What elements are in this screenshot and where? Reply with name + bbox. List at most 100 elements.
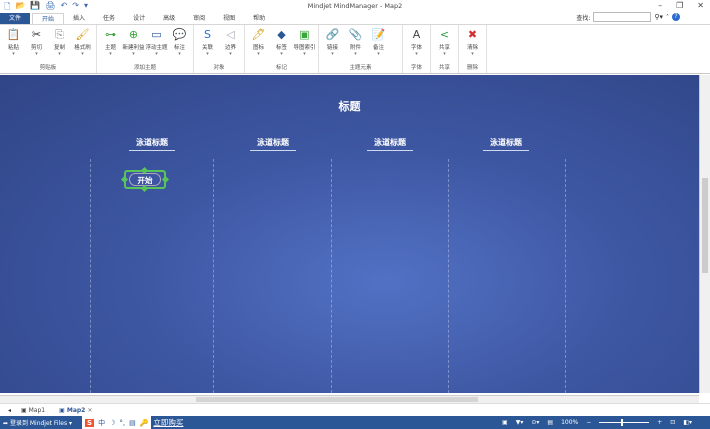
resize-handle[interactable]	[120, 175, 129, 184]
moon-icon[interactable]: ☽	[109, 419, 115, 427]
restore-button[interactable]: ❐	[676, 1, 683, 10]
tab-4[interactable]: 设计	[124, 13, 154, 24]
search-box: 查找: ⚲▾ ˄ ?	[576, 12, 680, 22]
ribbon-icon: 📎	[348, 28, 363, 41]
scroll-thumb[interactable]	[196, 397, 478, 402]
ribbon-group-label: 添加主题	[133, 65, 156, 71]
tab-3[interactable]: 任务	[94, 13, 124, 24]
dropdown-icon[interactable]: ▾	[303, 51, 306, 57]
ribbon-group-label: 删除	[466, 65, 478, 71]
dropdown-icon[interactable]: ▾	[109, 51, 112, 57]
tools-icon[interactable]: 🔑	[140, 419, 149, 427]
ribbon-button-label: 主题	[104, 45, 116, 51]
map-canvas[interactable]: 标题 泳道标题 泳道标题 泳道标题 泳道标题 开始	[0, 75, 699, 393]
zoom-level: 100%	[561, 419, 579, 426]
dropdown-icon[interactable]: ▾	[354, 51, 357, 57]
document-tabs: ◂ ▣ Map1 ▣ Map2 ✕	[0, 403, 710, 416]
ribbon-icon: S	[204, 28, 211, 41]
ribbon-button-label: 边界	[224, 45, 236, 51]
close-tab-icon[interactable]: ✕	[87, 407, 92, 414]
focus-icon[interactable]: ⊙▾	[531, 419, 539, 426]
lane-divider	[565, 159, 566, 393]
lane-title[interactable]: 泳道标题	[483, 137, 529, 151]
dropdown-icon[interactable]: ▾	[331, 51, 334, 57]
ribbon-icon: ◆	[277, 28, 286, 41]
ribbon-icon: ⊕	[128, 28, 139, 41]
zoom-slider[interactable]	[599, 419, 650, 426]
ribbon-icon: ▣	[299, 28, 310, 41]
login-link[interactable]: ➦ 登录到 Mindjet Files ▾	[3, 418, 72, 427]
dropdown-icon[interactable]: ▾	[178, 51, 181, 57]
chinese-mode-icon[interactable]: 中	[98, 418, 105, 428]
window-title: Mindjet MindManager - Map2	[307, 2, 403, 10]
keyboard-icon[interactable]: ▤	[129, 419, 136, 427]
punctuation-icon[interactable]: °,	[119, 419, 125, 427]
ribbon-icon: ✖	[467, 28, 478, 41]
ribbon-icon: 🔗	[325, 28, 340, 41]
dropdown-icon[interactable]: ▾	[35, 51, 38, 57]
zoom-in-button[interactable]: +	[657, 419, 662, 426]
filter-icon[interactable]: ▼▾	[516, 419, 524, 426]
tab-7[interactable]: 视图	[214, 13, 244, 24]
dropdown-icon[interactable]: ▾	[377, 51, 380, 57]
layout-icon[interactable]: ▣	[502, 419, 508, 426]
zoom-out-button[interactable]: −	[586, 419, 591, 426]
search-input[interactable]	[593, 12, 652, 22]
ribbon-button-label: 关联	[201, 45, 213, 51]
buy-now-link[interactable]: 立即购买	[153, 417, 183, 428]
map-title[interactable]: 标题	[0, 98, 699, 114]
binoculars-icon[interactable]: ⚲▾	[654, 13, 663, 21]
lane-divider	[331, 159, 332, 393]
vertical-scrollbar[interactable]	[699, 75, 710, 393]
lane-title[interactable]: 泳道标题	[367, 137, 413, 151]
doc-tab-map2[interactable]: ▣ Map2 ✕	[55, 406, 96, 415]
dropdown-icon[interactable]: ▾	[12, 51, 15, 57]
close-button[interactable]: ✕	[697, 1, 704, 10]
doc-tab-map1[interactable]: ▣ Map1	[17, 406, 49, 415]
dropdown-icon[interactable]: ▾	[415, 51, 418, 57]
lane-divider	[90, 159, 91, 393]
dropdown-icon[interactable]: ▾	[132, 51, 135, 57]
fit-map-icon[interactable]: ⊡	[670, 419, 675, 426]
ribbon-icon: 🖌	[75, 28, 90, 41]
scroll-thumb[interactable]	[702, 178, 708, 273]
tab-8[interactable]: 帮助	[244, 13, 274, 24]
ribbon-group: A 字体 ▾ 字体	[403, 25, 431, 73]
resize-handle[interactable]	[161, 175, 170, 184]
sogou-icon[interactable]: S	[85, 418, 95, 427]
tab-0[interactable]: 文件	[0, 13, 31, 24]
dropdown-icon[interactable]: ▾	[443, 51, 446, 57]
minimize-button[interactable]: –	[658, 1, 662, 10]
ribbon-button-label: 附件	[349, 45, 361, 51]
view-icon[interactable]: ▤	[547, 419, 553, 426]
dropdown-icon[interactable]: ▾	[155, 51, 158, 57]
collapse-ribbon-icon[interactable]: ˄	[666, 14, 669, 21]
ribbon-button-label: 清除	[466, 45, 478, 51]
dropdown-icon[interactable]: ▾	[257, 51, 260, 57]
start-node[interactable]: 开始	[120, 166, 170, 193]
lane-title[interactable]: 泳道标题	[129, 137, 175, 151]
ribbon-icon: <	[439, 28, 450, 41]
tab-6[interactable]: 审阅	[184, 13, 214, 24]
ribbon-button-label: 标签	[275, 45, 287, 51]
dropdown-icon[interactable]: ▾	[471, 51, 474, 57]
ribbon-button-label: 标注	[173, 45, 185, 51]
panel-icon[interactable]: ◧▾	[683, 419, 692, 426]
tab-scroll-left-icon[interactable]: ◂	[8, 407, 11, 414]
help-icon[interactable]: ?	[672, 13, 680, 21]
ribbon-icon: ⊶	[105, 28, 116, 41]
dropdown-icon[interactable]: ▾	[81, 51, 84, 57]
dropdown-icon[interactable]: ▾	[206, 51, 209, 57]
ribbon: 📋 粘贴 ▾ ✂ 剪切 ▾ ⎘ 复制 ▾ 🖌 格式刷 ▾ 剪贴板 ⊶ 主题 ▾ ⊕ 新建利益 ▾ ▭ 浮动主题 ▾ 💬 标注 ▾…	[0, 24, 710, 74]
dropdown-icon[interactable]: ▾	[229, 51, 232, 57]
ribbon-group: < 共享 ▾ 共享	[431, 25, 459, 73]
ribbon-group-label: 共享	[438, 65, 450, 71]
ribbon-icon: 💬	[172, 28, 187, 41]
lane-title[interactable]: 泳道标题	[250, 137, 296, 151]
dropdown-icon[interactable]: ▾	[280, 51, 283, 57]
horizontal-scrollbar[interactable]	[0, 395, 699, 403]
tab-2[interactable]: 插入	[64, 13, 94, 24]
tab-5[interactable]: 高级	[154, 13, 184, 24]
dropdown-icon[interactable]: ▾	[58, 51, 61, 57]
tab-1[interactable]: 开始	[32, 13, 65, 24]
